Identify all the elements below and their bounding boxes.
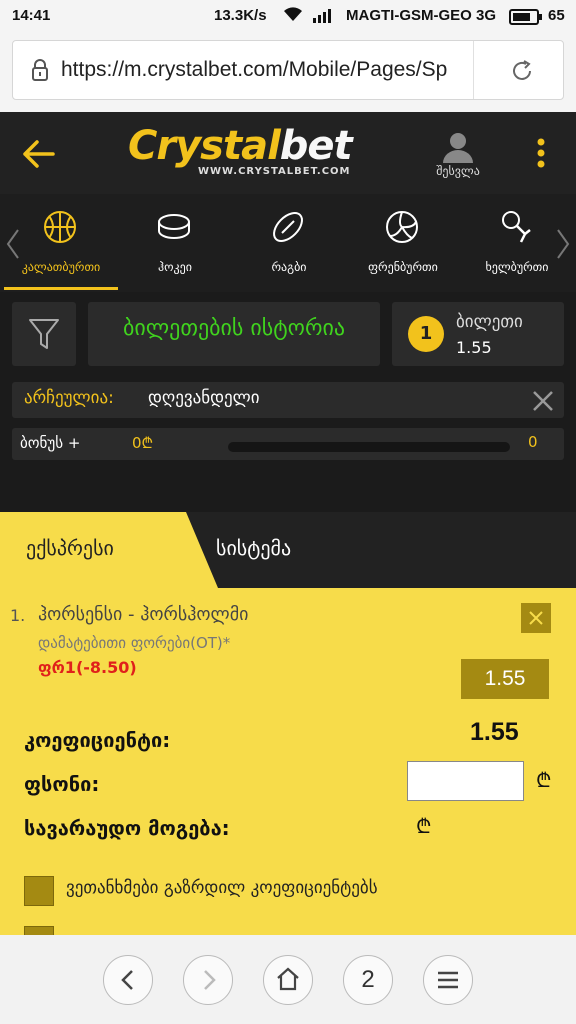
- accept-odds-change-label: ვეთანხმები გაზრდილ კოეფიციენტებს: [66, 878, 378, 898]
- status-carrier: MAGTI-GSM-GEO 3G: [346, 7, 496, 24]
- archive-filter: არჩეულია: დღევანდელი: [12, 382, 564, 418]
- tab-hockey[interactable]: ჰოკეი: [118, 194, 232, 290]
- tab-label: ჰოკეი: [158, 260, 192, 274]
- wifi-icon: [284, 7, 302, 22]
- address-bar[interactable]: https://m.crystalbet.com/Mobile/Pages/Sp: [12, 40, 564, 100]
- slip-match-name: ჰორსენსი - ჰორსჰოლმი: [38, 604, 249, 625]
- slip-item-number: 1.: [10, 606, 26, 625]
- more-menu-icon[interactable]: [536, 138, 546, 168]
- basketball-icon: [44, 211, 76, 243]
- tab-basketball[interactable]: კალათბურთი: [4, 194, 118, 290]
- bonus-progress-track: [228, 442, 510, 452]
- coefficient-value: 1.55: [470, 718, 519, 746]
- battery-icon: [509, 9, 542, 25]
- browser-back-button[interactable]: [103, 955, 153, 1005]
- stake-currency: ₾: [536, 768, 552, 792]
- status-network-speed: 13.3K/s: [214, 7, 267, 24]
- tab-label: კალათბურთი: [21, 260, 101, 274]
- ticket-label: ბილეთი: [456, 312, 523, 332]
- tab-rugby[interactable]: რაგბი: [232, 194, 346, 290]
- ticket-odds: 1.55: [456, 338, 492, 357]
- coefficient-label: კოეფიციენტი:: [24, 728, 171, 752]
- handball-icon: [502, 211, 531, 243]
- tab-express[interactable]: ექსპრესი: [26, 536, 114, 560]
- tab-handball[interactable]: ხელბურთი: [460, 194, 574, 290]
- hockey-puck-icon: [158, 214, 190, 239]
- slip-selection: ფრ1(-8.50): [38, 658, 137, 677]
- lock-icon: [32, 59, 48, 81]
- hamburger-menu-icon: [438, 971, 458, 989]
- filter-button[interactable]: [12, 302, 76, 366]
- rugby-ball-icon: [273, 212, 303, 242]
- reload-icon[interactable]: [509, 58, 535, 84]
- logo-crystal: Crystal: [128, 123, 281, 169]
- logo-subtitle: WWW.CRYSTALBET.COM: [198, 166, 351, 177]
- slip-market-name: დამატებითი ფორები(OT)*: [38, 634, 231, 652]
- tab-volleyball[interactable]: ფრენბურთი: [346, 194, 460, 290]
- browser-bottom-nav: 2: [0, 935, 576, 1024]
- ticket-count-badge: 1: [408, 316, 444, 352]
- status-bar: 14:41 13.3K/s MAGTI-GSM-GEO 3G 65: [0, 0, 576, 32]
- slip-odds: 1.55: [461, 659, 549, 699]
- bonus-label: ბონუს +: [20, 434, 81, 452]
- url-divider: [473, 41, 474, 99]
- status-time: 14:41: [12, 7, 51, 24]
- signal-icon: [313, 9, 331, 23]
- bonus-max-value: 0: [528, 433, 538, 451]
- status-battery-level: 65: [548, 7, 565, 24]
- home-icon: [277, 967, 299, 991]
- tab-label: ფრენბურთი: [368, 260, 438, 274]
- crystalbet-logo[interactable]: Crystalbet WWW.CRYSTALBET.COM: [128, 124, 380, 184]
- accept-odds-change-checkbox[interactable]: [24, 876, 54, 906]
- tab-label: ხელბურთი: [485, 260, 549, 274]
- funnel-icon: [29, 319, 59, 349]
- user-icon[interactable]: [440, 132, 476, 164]
- browser-tabs-button[interactable]: 2: [343, 955, 393, 1005]
- sports-tabs: კალათბურთი ჰოკეი რაგბი ფრენბურთი ხელბურთ…: [0, 194, 576, 292]
- login-label[interactable]: შესვლა: [430, 164, 486, 178]
- potential-win-label: სავარაუდო მოგება:: [24, 816, 230, 840]
- ticket-button[interactable]: 1 ბილეთი 1.55: [392, 302, 564, 366]
- back-arrow-icon[interactable]: [22, 139, 56, 169]
- bonus-bar: ბონუს + 0₾ 0: [12, 428, 564, 460]
- tab-system[interactable]: სისტემა: [216, 536, 291, 560]
- archive-label: არჩეულია:: [24, 388, 114, 408]
- volleyball-icon: [386, 211, 418, 243]
- logo-bet: bet: [279, 123, 353, 169]
- potential-win-currency: ₾: [416, 814, 432, 838]
- ticket-history-label: ბილეთების ისტორია: [122, 316, 346, 341]
- stake-label: ფსონი:: [24, 772, 100, 796]
- url-text[interactable]: https://m.crystalbet.com/Mobile/Pages/Sp: [61, 58, 471, 82]
- close-icon: [529, 611, 543, 625]
- close-icon[interactable]: [532, 390, 554, 412]
- tab-label: რაგბი: [271, 260, 307, 274]
- browser-forward-button[interactable]: [183, 955, 233, 1005]
- archive-value: დღევანდელი: [148, 388, 260, 408]
- remove-selection-button[interactable]: [521, 603, 551, 633]
- bonus-min-value: 0₾: [132, 434, 154, 452]
- browser-home-button[interactable]: [263, 955, 313, 1005]
- chevron-left-icon: [121, 970, 133, 990]
- browser-menu-button[interactable]: [423, 955, 473, 1005]
- stake-input[interactable]: [407, 761, 524, 801]
- ticket-history-button[interactable]: ბილეთების ისტორია: [88, 302, 380, 366]
- chevron-right-icon: [204, 970, 216, 990]
